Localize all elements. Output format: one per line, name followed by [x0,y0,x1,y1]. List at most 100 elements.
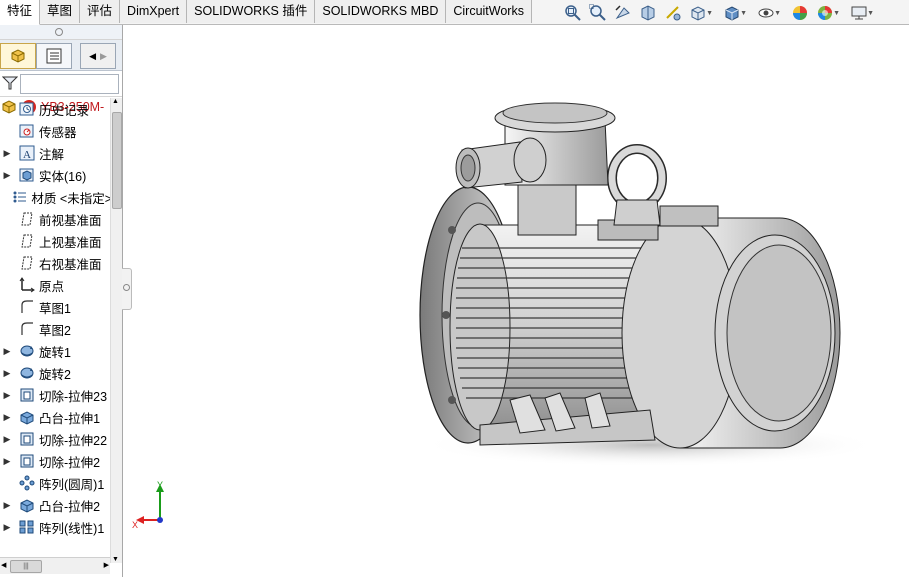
tree-item-label: 材质 <未指定> [31,191,110,206]
tree-item-label: 切除-拉伸2 [39,455,101,470]
circular-pattern-icon [18,474,36,492]
tree-item[interactable]: ▶ 切除-拉伸2 [0,450,110,472]
panel-tabs: ◀ ▶ [0,40,122,71]
tab-2[interactable]: 评估 [80,0,121,23]
revolve-icon [18,364,36,382]
tree-item-label: 原点 [39,279,65,294]
cut-extrude-icon [18,452,36,470]
zoom-to-area-icon[interactable] [587,3,609,23]
material-icon [12,188,28,206]
tree-item[interactable]: 原点 [0,274,110,296]
graphics-area[interactable] [131,25,909,577]
annotation-icon: A [18,144,36,162]
filter-row [0,72,122,97]
tree-item[interactable]: ▶ 凸台-拉伸2 [0,494,110,516]
solid-bodies-icon [18,166,36,184]
expand-arrow-icon[interactable]: ▶ [2,170,12,181]
cut-extrude-icon [18,430,36,448]
tree-item-label: 切除-拉伸22 [39,433,108,448]
edit-appearance-icon[interactable]: ▼ [755,3,781,23]
tree-item[interactable]: 传感器 [0,120,110,142]
property-list-icon [46,48,62,64]
tab-1[interactable]: 草图 [40,0,81,23]
motor-model [419,102,880,467]
linear-pattern-icon [18,518,36,536]
view-settings-icon[interactable]: ▼ [814,3,840,23]
sketch-icon [18,320,36,338]
panel-tab-scroll[interactable]: ◀ ▶ [80,43,116,69]
monitor-icon[interactable]: ▼ [848,3,874,23]
tree-item[interactable]: 草图1 [0,296,110,318]
tree-item[interactable]: ▶ 阵列(线性)1 [0,516,110,538]
tree-item[interactable]: 材质 <未指定> [0,186,110,208]
tab-0[interactable]: 特征 [0,0,41,25]
filter-input[interactable] [20,74,119,94]
scroll-right-icon[interactable]: ▶ [100,51,107,62]
tree-item[interactable]: ▶ 实体(16) [0,164,110,186]
expand-arrow-icon[interactable]: ▶ [2,434,12,445]
tree-item-label: 凸台-拉伸2 [39,499,101,514]
tab-6[interactable]: CircuitWorks [446,0,532,23]
expand-arrow-icon[interactable]: ▶ [2,390,12,401]
tree-vertical-scrollbar[interactable]: ▲ ▼ [110,98,122,563]
expand-arrow-icon[interactable]: ▶ [2,412,12,423]
tree-item[interactable]: 上视基准面 [0,230,110,252]
tree-item[interactable]: 前视基准面 [0,208,110,230]
tree-item[interactable]: ▶ 切除-拉伸22 [0,428,110,450]
terminal-box-neck [517,179,577,236]
property-manager-tab[interactable] [36,43,72,69]
tree-item[interactable]: ▶ 旋转2 [0,362,110,384]
horizontal-scroll-thumb[interactable]: ||| [10,560,42,573]
previous-view-icon[interactable] [612,3,634,23]
display-style-icon[interactable]: ▼ [687,3,713,23]
tree-item-label: 阵列(圆周)1 [39,477,105,492]
tree-item[interactable]: ▶ 切除-拉伸23 [0,384,110,406]
expand-arrow-icon[interactable]: ▶ [2,148,12,159]
tree-item[interactable]: 阵列(圆周)1 [0,472,110,494]
scroll-right-icon[interactable]: ▶ [104,561,109,569]
expand-arrow-icon[interactable]: ▶ [2,456,12,467]
expand-arrow-icon[interactable]: ▶ [2,500,12,511]
tree-item[interactable]: ▶ 旋转1 [0,340,110,362]
reference-triad: Y X [132,480,182,530]
tree-item[interactable]: 草图2 [0,318,110,340]
section-view-icon[interactable] [637,3,659,23]
tree-item-label: 实体(16) [39,169,87,184]
tab-3[interactable]: DimXpert [120,0,188,23]
tree-item-label: 草图2 [39,323,71,338]
zoom-to-fit-icon[interactable] [562,3,584,23]
panel-grip[interactable] [0,25,122,40]
tree-horizontal-scrollbar[interactable]: ◀ ||| ▶ [0,557,110,574]
view-orientation-icon[interactable] [662,3,684,23]
collapse-dot-icon [123,284,130,291]
tab-4[interactable]: SOLIDWORKS 插件 [187,0,316,23]
scroll-down-icon[interactable]: ▼ [112,556,119,563]
hide-show-items-icon[interactable]: ▼ [721,3,747,23]
apply-scene-icon[interactable] [789,3,811,23]
tree-item-label: 阵列(线性)1 [39,521,105,536]
scroll-left-icon[interactable]: ◀ [89,51,96,62]
history-icon [18,100,36,118]
tree-item[interactable]: 右视基准面 [0,252,110,274]
expand-arrow-icon[interactable]: ▶ [2,368,12,379]
feature-manager-panel: ◀ ▶ YB3-250M- 历史记录 传感器 ▶ A 注解 ▶ 实体(16) 材质 <未指定>… [0,25,123,577]
filter-icon[interactable] [2,75,18,91]
tree-item[interactable]: ▶ A 注解 [0,142,110,164]
plane-icon [18,210,36,228]
flange-bolt [448,226,456,234]
triad-x-label: X [132,520,138,530]
plane-icon [18,254,36,272]
scroll-up-icon[interactable]: ▲ [112,98,119,105]
tab-5[interactable]: SOLIDWORKS MBD [315,0,447,23]
lifting-eye-base [613,199,661,226]
tree-item[interactable]: 历史记录 [0,98,110,120]
vertical-scroll-thumb[interactable] [112,112,122,209]
scroll-left-icon[interactable]: ◀ [1,561,6,569]
tree-item-label: 传感器 [39,125,77,140]
tree-item[interactable]: ▶ 凸台-拉伸1 [0,406,110,428]
feature-tree: 历史记录 传感器 ▶ A 注解 ▶ 实体(16) 材质 <未指定> 前视基准面 上视基准面 右视基准… [0,98,110,560]
expand-arrow-icon[interactable]: ▶ [2,522,12,533]
tree-item-label: 旋转2 [39,367,71,382]
expand-arrow-icon[interactable]: ▶ [2,346,12,357]
feature-manager-tab[interactable] [0,43,36,69]
